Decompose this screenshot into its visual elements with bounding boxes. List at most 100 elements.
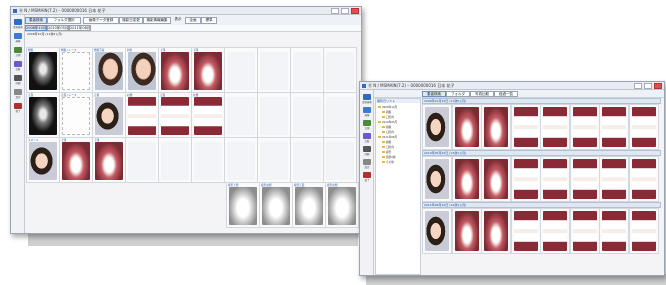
change-date-button[interactable]: 撮影日変更 [119,17,143,24]
image-cell[interactable]: 正面トレース [59,92,93,138]
comparison-cell[interactable] [481,208,511,254]
sidebar-item-print[interactable]: 印刷 [12,75,24,85]
tree-item[interactable]: 顔貌 [382,110,391,114]
empty-cell[interactable] [257,137,291,183]
view-option-all[interactable]: 全画 [185,17,201,24]
empty-cell[interactable] [323,47,357,93]
photo-compare-button[interactable]: 写真比較 [470,91,494,97]
image-cell[interactable]: 模型左側 [325,182,359,228]
tree-item[interactable]: 2010年05月 [378,120,397,124]
comparison-cell[interactable] [569,208,600,254]
image-cell[interactable]: 上顎 [158,47,192,93]
sidebar-item-ruler[interactable]: 計測 [12,47,24,57]
empty-cell[interactable] [125,137,159,183]
sidebar-item-compare[interactable]: 比較 [361,133,373,143]
image-cell[interactable]: 上顎 [59,137,93,183]
sidebar-item-photo[interactable]: 画像 [361,107,373,117]
empty-cell[interactable] [191,137,225,183]
close-button[interactable] [351,8,359,14]
comparison-cell[interactable] [451,208,482,254]
comparison-cell[interactable] [422,104,452,150]
tree-item[interactable]: 模型 [382,150,391,154]
date-tree[interactable]: 撮影日リスト 2008年10月 顔貌 口腔内 2010年05月 顔貌 口腔内 2011年08… [375,98,421,275]
comparison-cell[interactable] [540,104,570,150]
sidebar-item-photo[interactable]: 画像 [12,33,24,43]
title-bar[interactable]: Ⓡ N / MSMAIN(7.2) – 0000000016 日本 花子 [11,7,361,15]
image-cell[interactable]: 正面 [158,92,192,138]
view-option-standard[interactable]: 標準 [201,17,217,24]
tree-item[interactable]: その他 [382,160,394,164]
empty-cell[interactable] [224,137,258,183]
image-cell[interactable]: 側貌 [26,47,60,93]
tab-date-2[interactable]: 2010年05月 [47,25,69,31]
folder-button-2[interactable]: フォルダ [446,91,470,97]
comparison-cell[interactable] [540,156,570,202]
empty-cell[interactable] [257,47,291,93]
minimize-button[interactable] [331,8,339,14]
empty-cell[interactable] [323,92,357,138]
image-cell[interactable]: 模型右側 [259,182,293,228]
image-cell[interactable]: 正貌 [92,92,126,138]
comparison-cell[interactable] [510,208,541,254]
register-image-button[interactable]: 画像データ登録 [83,17,119,24]
comparison-window[interactable]: Ⓡ N / MSMAIN(7.2) – 0000000016 日本 花子 患者検… [359,81,665,276]
tab-date-1[interactable]: 2008年10月 [25,25,47,31]
tree-item[interactable]: 2011年08月 [378,135,397,139]
image-cell[interactable]: 模型上顎 [226,182,260,228]
empty-cell[interactable] [290,92,324,138]
sidebar-item-exit[interactable]: 終了 [361,172,373,182]
empty-cell[interactable] [290,47,324,93]
image-cell[interactable]: 正面 [26,92,60,138]
image-cell[interactable]: 下顎 [191,47,225,93]
sidebar-item-search[interactable]: 患者検索 [12,19,24,29]
sidebar-item-ruler[interactable]: 計測 [361,120,373,130]
tree-item[interactable]: 顔貌 [382,125,391,129]
empty-cell[interactable] [323,137,357,183]
image-cell[interactable]: 側貌写真 [92,47,126,93]
comparison-cell[interactable] [510,156,541,202]
image-cell[interactable]: 下顎 [92,137,126,183]
tree-item[interactable]: 口腔内 [382,115,394,119]
sidebar-item-gear[interactable]: 設定 [12,89,24,99]
maximize-button-2[interactable] [644,83,652,89]
comparison-cell[interactable] [569,104,600,150]
comparison-cell[interactable] [481,156,511,202]
empty-cell[interactable] [158,137,192,183]
maximize-button[interactable] [341,8,349,14]
folder-select[interactable]: フォルダ選択 [47,17,81,24]
comparison-cell[interactable] [451,104,482,150]
close-button-2[interactable] [654,83,662,89]
tree-item[interactable]: 2008年10月 [378,105,397,109]
comparison-cell[interactable] [540,208,570,254]
progress-list-button[interactable]: 経過一覧 [494,91,518,97]
image-cell[interactable]: 側貌トレース [59,47,93,93]
sidebar-item-search[interactable]: 患者検索 [361,94,373,104]
comparison-cell[interactable] [481,104,511,150]
sidebar-item-compare[interactable]: 比較 [12,61,24,71]
image-cell[interactable]: 模型正面 [292,182,326,228]
empty-cell[interactable] [224,92,258,138]
patient-search-button-2[interactable]: 患者検索 [422,91,446,97]
comparison-cell[interactable] [599,156,629,202]
patient-search-button[interactable]: 患者検索 [25,17,47,24]
tree-item[interactable]: 口腔内 [382,145,394,149]
image-cell[interactable]: スマイル [26,137,60,183]
comparison-cell[interactable] [599,208,629,254]
comparison-cell[interactable] [628,104,659,150]
image-cell[interactable]: 右側 [125,92,159,138]
empty-cell[interactable] [290,137,324,183]
edit-info-button[interactable]: 撮影情報編集 [143,17,171,24]
sidebar-item-print[interactable]: 印刷 [361,146,373,156]
tree-item[interactable]: 顔貌 [382,140,391,144]
sidebar-item-exit[interactable]: 終了 [12,103,24,113]
image-cell[interactable]: 左側 [191,92,225,138]
title-bar-2[interactable]: Ⓡ N / MSMAIN(7.2) – 0000000016 日本 花子 [360,82,664,90]
comparison-cell[interactable] [451,156,482,202]
tree-item[interactable]: 口腔内 [382,130,394,134]
sidebar-item-gear[interactable]: 設定 [361,159,373,169]
comparison-cell[interactable] [628,156,659,202]
main-window[interactable]: Ⓡ N / MSMAIN(7.2) – 0000000016 日本 花子 患者検… [10,6,362,234]
empty-cell[interactable] [257,92,291,138]
empty-cell[interactable] [224,47,258,93]
tab-date-3[interactable]: 2011年08月 [69,25,91,31]
